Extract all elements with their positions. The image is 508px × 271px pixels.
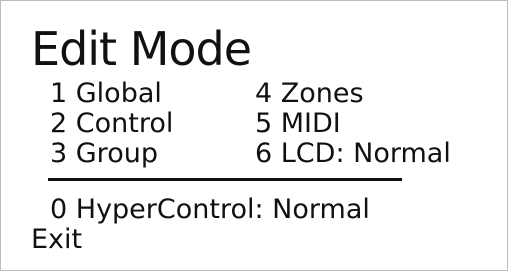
lcd-screen: Edit Mode 1 Global 2 Control 3 Group 4 Z… xyxy=(0,0,508,271)
hypercontrol-item[interactable]: 0 HyperControl: Normal xyxy=(50,195,370,225)
menu-divider xyxy=(48,178,402,181)
menu-item-global[interactable]: 1 Global xyxy=(50,79,162,109)
menu-item-control[interactable]: 2 Control xyxy=(50,109,173,139)
menu-item-zones[interactable]: 4 Zones xyxy=(255,79,364,109)
menu-item-midi[interactable]: 5 MIDI xyxy=(255,109,341,139)
edit-mode-title: Edit Mode xyxy=(31,22,252,76)
menu-item-lcd[interactable]: 6 LCD: Normal xyxy=(255,139,451,169)
exit-item[interactable]: Exit xyxy=(31,225,82,255)
menu-item-group[interactable]: 3 Group xyxy=(50,139,158,169)
